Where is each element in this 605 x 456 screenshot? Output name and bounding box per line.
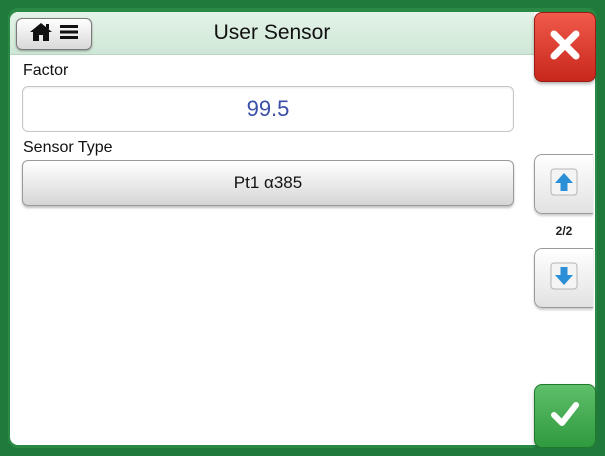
page-down-button[interactable]	[534, 248, 593, 308]
checkmark-icon	[548, 397, 582, 436]
accept-button[interactable]	[534, 384, 596, 448]
close-icon	[548, 28, 582, 67]
home-icon	[29, 22, 53, 47]
arrow-up-icon	[549, 167, 579, 202]
arrow-down-icon	[549, 261, 579, 296]
factor-field[interactable]: 99.5	[22, 86, 514, 132]
close-button[interactable]	[534, 12, 596, 82]
device-screen: User Sensor Factor 99.5 Sensor Type Pt1 …	[8, 8, 597, 448]
menu-icon	[59, 24, 79, 45]
title-bar: User Sensor	[10, 12, 534, 55]
sensor-type-button[interactable]: Pt1 α385	[22, 160, 514, 206]
main-panel: User Sensor Factor 99.5 Sensor Type Pt1 …	[10, 12, 534, 445]
sensor-type-label: Sensor Type	[23, 139, 113, 156]
page-indicator: 2/2	[555, 224, 573, 238]
factor-label: Factor	[23, 62, 69, 79]
home-menu-button[interactable]	[16, 18, 92, 50]
page-up-button[interactable]	[534, 154, 593, 214]
